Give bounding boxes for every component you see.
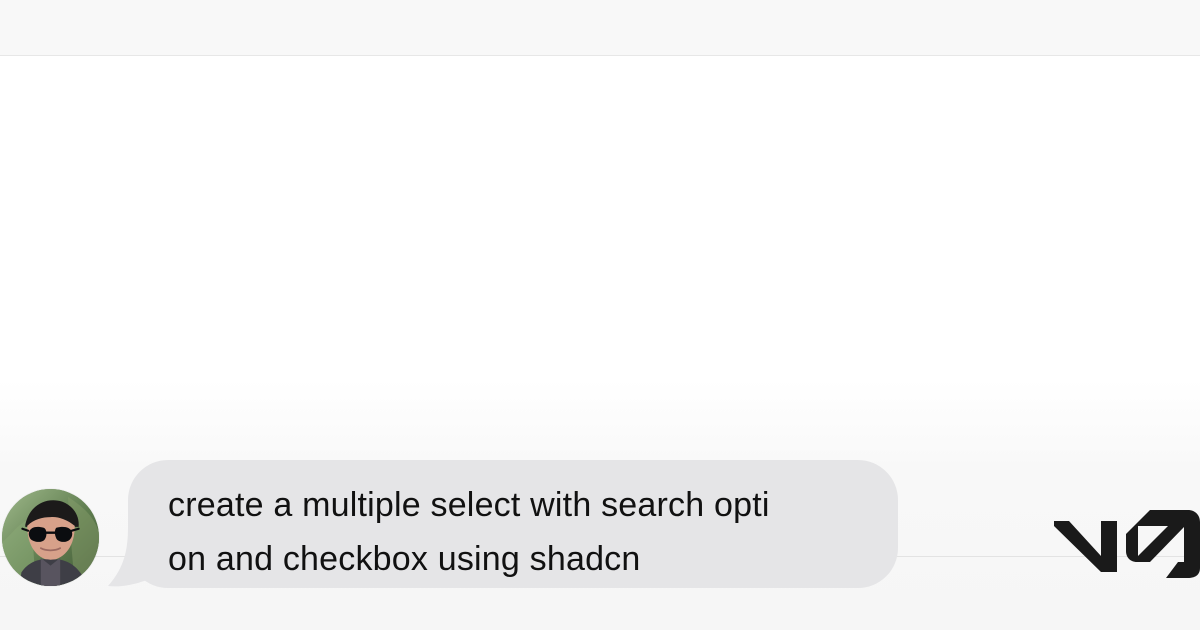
v0-logo-icon [1054, 510, 1200, 578]
top-header-band [0, 0, 1200, 56]
message-line: create a multiple select with search opt… [168, 486, 770, 524]
message-line: on and checkbox using shadcn [168, 540, 641, 578]
user-avatar [2, 489, 99, 586]
user-message-bubble: create a multiple select with search opt… [128, 460, 898, 588]
chat-preview-screen: create a multiple select with search opt… [0, 0, 1200, 630]
user-avatar-icon [2, 489, 99, 586]
user-message-text: create a multiple select with search opt… [168, 478, 862, 586]
